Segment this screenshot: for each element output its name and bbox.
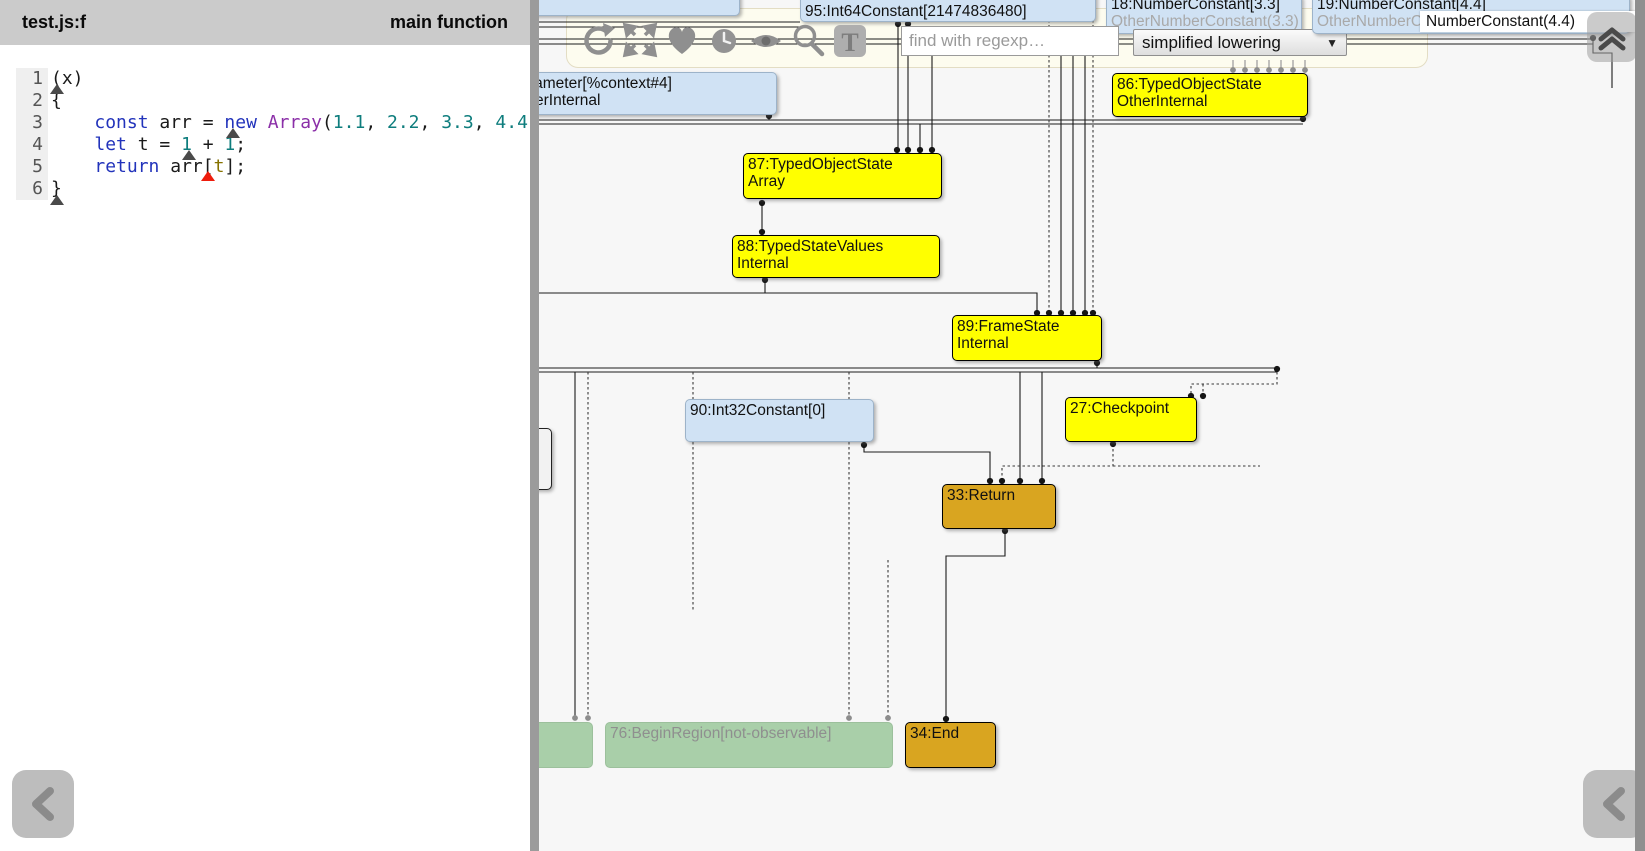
line-number: 6 xyxy=(16,178,48,200)
node-type: OtherInternal xyxy=(1117,93,1303,110)
expand-top-right-button[interactable] xyxy=(1587,12,1637,62)
code-line-2[interactable]: 2{ xyxy=(16,90,530,112)
chevron-down-icon: ▼ xyxy=(1326,36,1338,50)
turbolizer-app: 95:Int64Constant[21474836480]18:NumberCo… xyxy=(0,0,1645,851)
toggle-types-icon[interactable]: T xyxy=(830,18,870,62)
expand-graph-icon[interactable] xyxy=(620,18,660,62)
source-panel: test.js:f main function 1(x)2{3 const ar… xyxy=(0,0,530,851)
position-marker xyxy=(50,195,64,205)
node-label: 88:TypedStateValues xyxy=(737,238,883,255)
node-label: 87:TypedObjectState xyxy=(748,156,893,173)
line-number: 3 xyxy=(16,112,48,134)
svg-text:T: T xyxy=(841,28,858,57)
show-all-nodes-icon[interactable] xyxy=(662,18,702,62)
relayout-icon[interactable] xyxy=(578,18,618,62)
code-line-6[interactable]: 6} xyxy=(16,178,530,200)
source-code: 1(x)2{3 const arr = new Array(1.1, 2.2, … xyxy=(16,68,530,200)
position-marker xyxy=(50,84,64,94)
line-content: const arr = new Array(1.1, 2.2, 3.3, 4.4… xyxy=(48,112,530,134)
right-scroll-strip[interactable] xyxy=(1635,0,1645,851)
code-line-1[interactable]: 1(x) xyxy=(16,68,530,90)
line-number: 2 xyxy=(16,90,48,112)
graph-node-90[interactable]: 90:Int32Constant[0] xyxy=(685,399,874,442)
chevron-left-icon xyxy=(1597,785,1631,823)
chevron-left-icon xyxy=(26,785,60,823)
position-marker xyxy=(182,150,196,160)
node-label: 89:FrameState xyxy=(957,318,1060,335)
node-type: OtherNumberConstant(3.3) xyxy=(1111,13,1297,30)
collapse-left-panel-button[interactable] xyxy=(12,770,74,838)
node-label: 33:Return xyxy=(947,487,1015,504)
source-header: test.js:f main function xyxy=(0,0,530,45)
node-label: 90:Int32Constant[0] xyxy=(690,402,825,419)
current-position-marker xyxy=(201,171,215,181)
toolbar-icons: T xyxy=(578,18,870,62)
panel-divider[interactable] xyxy=(530,0,539,851)
line-content: let t = 1 + 1; xyxy=(48,134,246,156)
zoom-selection-icon[interactable] xyxy=(788,18,828,62)
phase-select-label: simplified lowering xyxy=(1142,33,1281,53)
source-subtitle: main function xyxy=(390,12,508,33)
node-label: 27:Checkpoint xyxy=(1070,400,1169,417)
hide-unselected-icon[interactable] xyxy=(746,18,786,62)
node-type: Internal xyxy=(737,255,935,272)
graph-node-parameter[interactable]: Parameter[%context#4]OtherInternal xyxy=(505,72,777,115)
graph-node-33[interactable]: 33:Return xyxy=(942,484,1056,529)
hide-dead-nodes-icon[interactable] xyxy=(704,18,744,62)
line-content: return arr[t]; xyxy=(48,156,246,178)
line-number: 4 xyxy=(16,134,48,156)
line-number: 5 xyxy=(16,156,48,178)
code-line-3[interactable]: 3 const arr = new Array(1.1, 2.2, 3.3, 4… xyxy=(16,112,530,134)
graph-node-76[interactable]: 76:BeginRegion[not-observable] xyxy=(605,722,893,768)
position-marker xyxy=(226,128,240,138)
node-type: OtherInternal xyxy=(510,92,772,109)
source-title: test.js:f xyxy=(22,12,86,33)
node-label: 34:End xyxy=(910,725,959,742)
graph-node-89[interactable]: 89:FrameStateInternal xyxy=(952,315,1102,361)
node-label: 76:BeginRegion[not-observable] xyxy=(610,725,831,742)
node-type: Internal xyxy=(957,335,1097,352)
double-chevron-up-icon xyxy=(1592,17,1632,57)
search-input[interactable] xyxy=(901,26,1119,56)
node-type: Array xyxy=(748,173,937,190)
graph-node-34[interactable]: 34:End xyxy=(905,722,996,768)
graph-node-88[interactable]: 88:TypedStateValuesInternal xyxy=(732,235,940,278)
graph-node-86[interactable]: 86:TypedObjectStateOtherInternal xyxy=(1112,73,1308,117)
code-line-4[interactable]: 4 let t = 1 + 1; xyxy=(16,134,530,156)
line-number: 1 xyxy=(16,68,48,90)
code-line-5[interactable]: 5 return arr[t]; xyxy=(16,156,530,178)
graph-node-27[interactable]: 27:Checkpoint xyxy=(1065,397,1197,442)
graph-node-87[interactable]: 87:TypedObjectStateArray xyxy=(743,153,942,199)
node-label: 18:NumberConstant[3.3] xyxy=(1111,0,1280,13)
node-label: 86:TypedObjectState xyxy=(1117,76,1262,93)
